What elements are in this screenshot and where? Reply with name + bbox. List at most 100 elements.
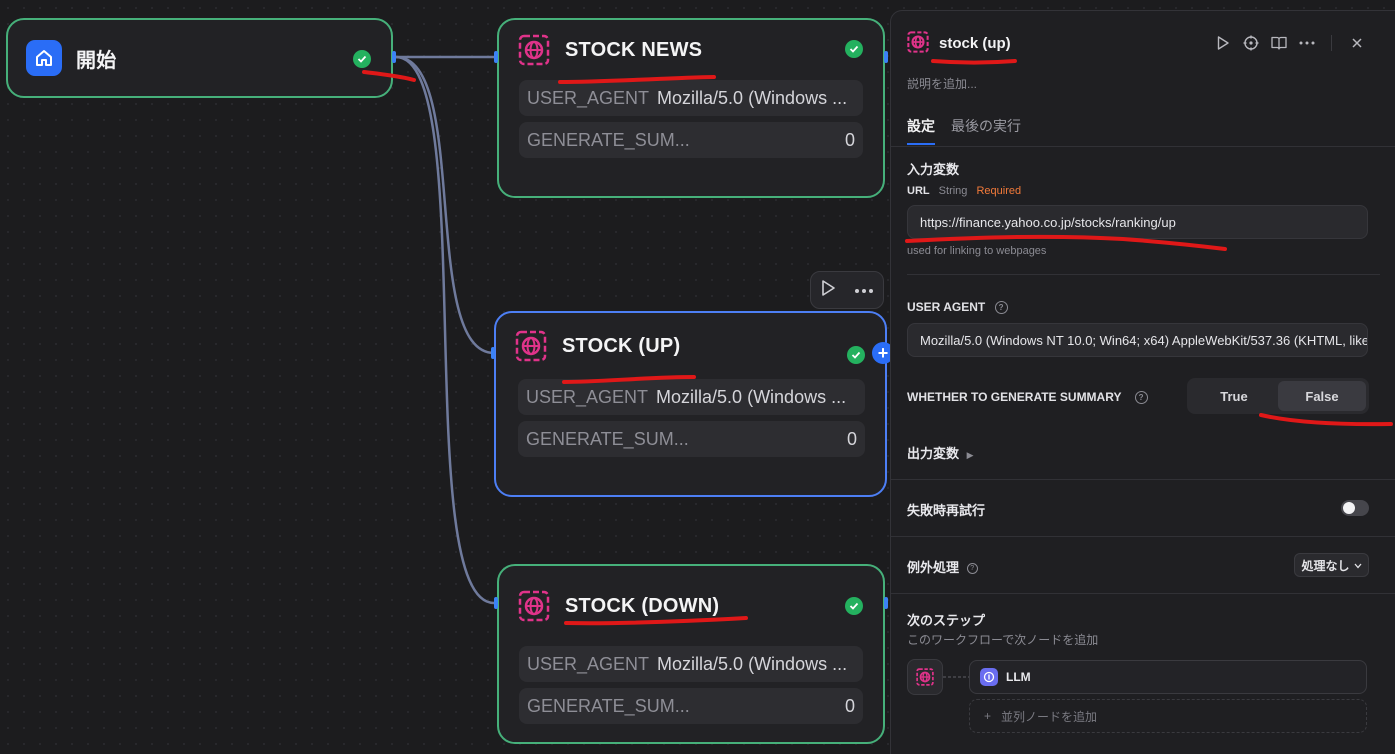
book-icon[interactable] [1269,33,1289,53]
url-input[interactable]: https://finance.yahoo.co.jp/stocks/ranki… [907,205,1368,239]
next-step-heading: 次のステップ [907,613,986,628]
web-scraper-icon [514,329,548,363]
field-key: GENERATE_SUM... [526,428,689,449]
node-field-generate-summary: GENERATE_SUM... 0 [518,421,865,457]
user-agent-label: USER AGENT [907,300,986,314]
field-key: USER_AGENT [527,653,650,674]
option-false[interactable]: False [1278,381,1366,411]
node-field-user-agent: USER_AGENT Mozilla/5.0 (Windows ... [519,646,863,682]
node-stock-up[interactable]: STOCK (UP) USER_AGENT Mozilla/5.0 (Windo… [494,311,887,497]
more-options-icon[interactable] [854,281,874,299]
url-var-meta: URL String Required [907,185,1021,197]
add-parallel-node-button[interactable]: + 並列ノードを追加 [969,699,1367,733]
field-value: 0 [844,129,855,150]
plus-icon: + [984,709,992,723]
section-divider [891,479,1395,480]
node-input-port[interactable] [494,597,498,609]
llm-icon [980,668,998,686]
node-toolbar [810,271,884,309]
exception-dropdown[interactable]: 処理なし [1294,553,1369,577]
section-divider [907,274,1380,275]
exception-label: 例外処理 [907,560,960,575]
node-field-user-agent: USER_AGENT Mozilla/5.0 (Windows ... [518,379,865,415]
node-field-generate-summary: GENERATE_SUM... 0 [519,122,863,158]
step-connector [943,676,969,678]
node-stock-down[interactable]: STOCK (DOWN) USER_AGENT Mozilla/5.0 (Win… [497,564,885,744]
url-var-type: String [938,185,968,197]
field-value: Mozilla/5.0 (Windows ... [656,386,847,407]
section-divider [891,536,1395,537]
success-check-icon [845,40,863,58]
current-node-icon [907,659,943,695]
edge-start-to-down [395,55,495,605]
field-key: USER_AGENT [526,386,649,407]
user-agent-label-row: USER AGENT ? [907,300,1008,315]
annotation-underline [931,59,1017,65]
help-icon: ? [966,563,978,575]
exception-value: 処理なし [1301,558,1350,573]
generate-summary-toggle: True False [1187,378,1369,414]
success-check-icon [845,597,863,615]
help-icon: ? [994,301,1008,315]
panel-node-icon [907,31,929,56]
field-key: USER_AGENT [527,87,650,108]
tab-last-run[interactable]: 最後の実行 [951,116,1021,136]
field-value: Mozilla/5.0 (Windows ... [657,653,848,674]
output-vars-toggle[interactable]: 出力変数 ▶ [907,443,974,462]
url-var-required: Required [976,185,1022,197]
retry-label: 失敗時再試行 [907,503,986,518]
section-divider [891,593,1395,594]
description-input[interactable]: 説明を追加... [907,75,977,92]
workflow-canvas[interactable]: 開始 STOCK NEWS USER_AGENT Mozilla/5.0 (Wi… [0,0,894,754]
field-key: GENERATE_SUM... [527,129,690,150]
url-hint: used for linking to webpages [907,245,1047,257]
more-options-icon[interactable] [1297,33,1317,53]
caret-right-icon: ▶ [966,450,974,460]
locate-node-icon[interactable] [1241,33,1261,53]
retry-toggle[interactable] [1341,500,1369,516]
field-key: GENERATE_SUM... [527,695,690,716]
generate-summary-label-row: WHETHER TO GENERATE SUMMARY ? [907,390,1148,405]
add-parallel-label: 並列ノードを追加 [1001,709,1098,724]
exception-label-row: 例外処理 ? [907,557,978,576]
start-node[interactable]: 開始 [6,18,393,98]
node-input-port[interactable] [494,51,498,63]
url-var-name: URL [907,185,930,197]
run-step-icon[interactable] [1213,33,1233,53]
tabs-divider [891,146,1395,147]
user-agent-input[interactable]: Mozilla/5.0 (Windows NT 10.0; Win64; x64… [907,323,1368,357]
node-title: STOCK (UP) [562,334,681,357]
node-settings-panel: stock (up) 説明を追加... 設定 最後の実行 入力変数 URL St… [890,10,1395,754]
start-node-title: 開始 [76,49,117,72]
success-check-icon [353,50,371,68]
option-true[interactable]: True [1190,381,1278,411]
field-value: Mozilla/5.0 (Windows ... [657,87,848,108]
web-scraper-icon [517,33,551,67]
node-title: STOCK (DOWN) [565,594,720,617]
run-node-icon[interactable] [821,279,835,301]
help-icon: ? [1134,391,1148,405]
input-vars-heading: 入力変数 [907,162,960,177]
generate-summary-label: WHETHER TO GENERATE SUMMARY [907,390,1122,404]
next-step-description: このワークフローで次ノードを追加 [907,633,1099,647]
node-output-port[interactable] [884,597,888,609]
field-value: 0 [846,428,857,449]
next-node-label: LLM [1006,670,1031,684]
close-icon[interactable] [1347,33,1367,53]
tab-settings[interactable]: 設定 [907,116,935,136]
panel-divider-vertical [1331,35,1332,51]
success-check-icon [847,346,865,364]
node-stock-news[interactable]: STOCK NEWS USER_AGENT Mozilla/5.0 (Windo… [497,18,885,198]
node-field-generate-summary: GENERATE_SUM... 0 [519,688,863,724]
start-output-port[interactable] [392,51,396,63]
tab-active-indicator [907,143,935,145]
node-input-port[interactable] [491,347,495,359]
next-node-llm[interactable]: LLM [969,660,1367,694]
node-title: STOCK NEWS [565,38,703,61]
node-output-port[interactable] [884,51,888,63]
home-icon [26,40,62,76]
panel-title[interactable]: stock (up) [939,35,1011,52]
output-vars-label: 出力変数 [907,446,960,461]
node-field-user-agent: USER_AGENT Mozilla/5.0 (Windows ... [519,80,863,116]
web-scraper-icon [517,589,551,623]
